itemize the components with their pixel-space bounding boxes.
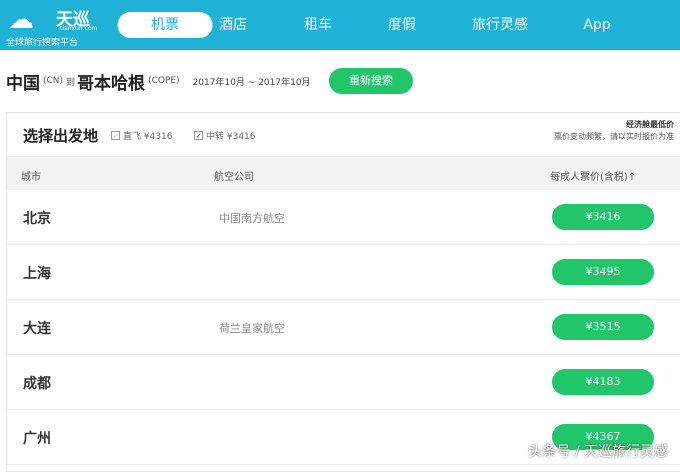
price-button[interactable]: ¥4183 [552, 369, 654, 395]
airline-name: 荷兰皇家航空 [219, 322, 285, 335]
price-note: 经济舱最低价票价变动频繁，请以实时报价为准 [554, 119, 674, 143]
logo-slogan: 全球旅行搜索平台 [6, 38, 79, 48]
note-title: 经济舱最低价 [626, 120, 674, 129]
research-button[interactable]: 重新搜索 [329, 68, 413, 94]
to-word: 到 [66, 77, 76, 88]
table-row[interactable]: 大连 荷兰皇家航空 ¥3515 [7, 300, 680, 355]
nav-car-rental[interactable]: 租车 [304, 12, 332, 38]
destination: 哥本哈根 [77, 73, 146, 94]
table-row[interactable]: 上海 ¥3495 [7, 245, 680, 300]
price-button[interactable]: ¥3416 [552, 204, 654, 230]
departure-card: 选择出发地 ✓ 直飞 ¥4316 ✓ 中转 ¥3416 经济舱最低价票价变动频繁，请… [6, 112, 680, 472]
table-header: 城市 航空公司 每成人票价(含税)↑ [7, 157, 680, 190]
city-name: 广州 [23, 431, 51, 447]
col-airline: 航空公司 [214, 172, 254, 183]
note-sub: 票价变动频繁，请以实时报价为准 [554, 132, 674, 141]
transfer-checkbox[interactable]: ✓ 中转 ¥3416 [194, 129, 256, 142]
origin-code: (CN) [43, 76, 64, 86]
card-title: 选择出发地 [23, 127, 99, 145]
logo[interactable]: ☁ 天巡 tianxun.com 全球旅行搜索平台 [6, 3, 106, 48]
destination-code: (COPE) [148, 76, 180, 86]
city-name: 大连 [23, 321, 51, 337]
direct-checkbox[interactable]: ✓ 直飞 ¥4316 [111, 129, 173, 142]
nav-vacation[interactable]: 度假 [388, 12, 416, 38]
col-price-sort[interactable]: 每成人票价(含税)↑ [550, 168, 636, 183]
logo-domain: tianxun.com [60, 25, 98, 32]
price-button[interactable]: ¥3495 [552, 259, 654, 285]
origin: 中国 [6, 73, 40, 94]
watermark: 头条号 / 天巡旅行灵感 [528, 444, 668, 460]
airline-name: 中国南方航空 [219, 212, 285, 225]
nav-app[interactable]: App [583, 12, 610, 38]
nav-hotels[interactable]: 酒店 [219, 12, 247, 38]
price-button[interactable]: ¥3515 [552, 314, 654, 340]
date-range: 2017年10月 ~ 2017年10月 [192, 77, 311, 88]
cloud-wifi-icon: ☁ [8, 5, 34, 35]
table-row[interactable]: 成都 ¥4183 [7, 355, 680, 410]
city-name: 成都 [23, 376, 51, 392]
nav-inspiration[interactable]: 旅行灵感 [472, 12, 528, 38]
direct-label: 直飞 ¥4316 [123, 132, 173, 142]
city-name: 北京 [23, 211, 51, 227]
nav-flights[interactable]: 机票 [117, 12, 213, 38]
transfer-label: 中转 ¥3416 [206, 132, 256, 142]
city-name: 上海 [23, 266, 51, 282]
top-nav: ☁ 天巡 tianxun.com 全球旅行搜索平台 机票 酒店 租车 度假 旅行… [0, 0, 680, 50]
col-city: 城市 [21, 172, 41, 183]
route-title: 中国 (CN) 到 哥本哈根 (COPE) 2017年10月 ~ 2017年10… [6, 68, 311, 94]
table-row[interactable]: 北京 中国南方航空 ¥3416 [7, 190, 680, 245]
